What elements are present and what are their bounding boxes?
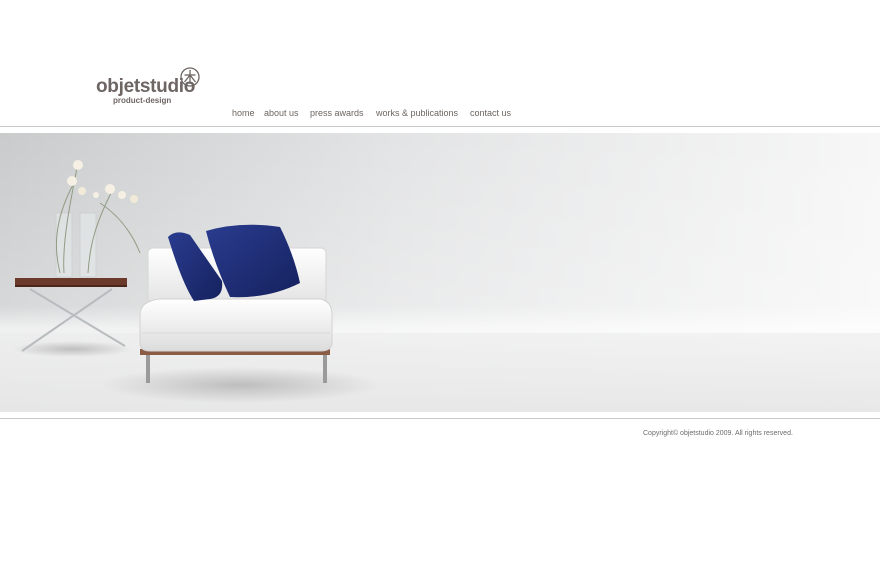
nav-item-press-awards[interactable]: press awards — [310, 108, 364, 118]
nav-item-home[interactable]: home — [232, 108, 255, 118]
hero-image — [0, 133, 880, 412]
page: objetstudio product-design home about us… — [0, 0, 880, 580]
hero-sofa-illustration — [0, 133, 880, 412]
nav-item-about-us[interactable]: about us — [264, 108, 299, 118]
nav-item-works-publications[interactable]: works & publications — [376, 108, 458, 118]
header-divider — [0, 126, 880, 127]
site-logo[interactable]: objetstudio product-design — [96, 66, 206, 108]
logo-tagline: product-design — [113, 96, 172, 105]
nav-item-contact-us[interactable]: contact us — [470, 108, 511, 118]
footer-divider — [0, 418, 880, 419]
tree-glyph-icon — [180, 67, 200, 87]
copyright-text: Copyright© objetstudio 2009. All rights … — [643, 430, 793, 437]
